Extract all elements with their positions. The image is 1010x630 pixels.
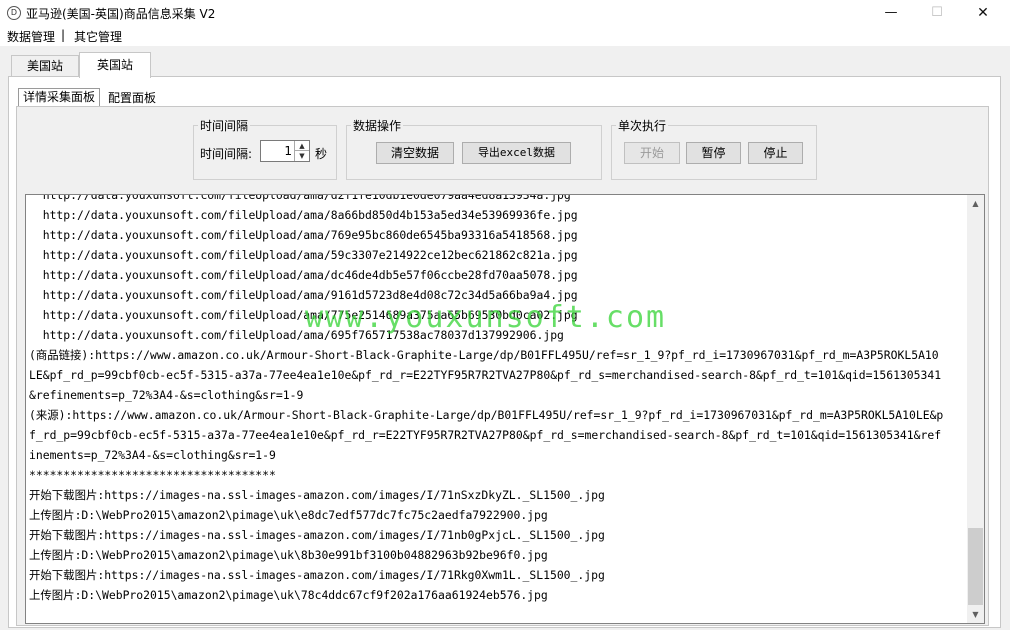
log-line: 开始下载图片:https://images-na.ssl-images-amaz… [29, 568, 605, 582]
menu-separator: | [61, 28, 66, 42]
menu-bar: 数据管理 | 其它管理 [0, 26, 1010, 46]
interval-unit: 秒 [315, 147, 328, 161]
log-line: 上传图片:D:\WebPro2015\amazon2\pimage\uk\78c… [29, 588, 548, 602]
scroll-thumb[interactable] [968, 528, 983, 605]
log-line: 上传图片:D:\WebPro2015\amazon2\pimage\uk\8b3… [29, 548, 548, 562]
scroll-down-icon[interactable]: ▼ [967, 606, 984, 623]
export-excel-button[interactable]: 导出excel数据 [462, 142, 571, 164]
single-exec-group: 单次执行 开始 暂停 停止 [611, 117, 817, 180]
interval-value: 1 [284, 144, 292, 158]
single-exec-group-title: 单次执行 [616, 117, 669, 134]
interval-group-title: 时间间隔 [198, 117, 251, 134]
maximize-button[interactable]: ☐ [914, 0, 960, 26]
log-line: http://data.youxunsoft.com/fileUpload/am… [29, 228, 578, 242]
log-line: http://data.youxunsoft.com/fileUpload/am… [29, 268, 578, 282]
log-line: (商品链接):https://www.amazon.co.uk/Armour-S… [29, 348, 939, 362]
clear-data-button[interactable]: 清空数据 [376, 142, 454, 164]
log-line: ************************************ [29, 468, 276, 482]
minimize-button[interactable]: — [868, 0, 914, 26]
close-button[interactable]: ✕ [960, 0, 1006, 26]
log-output[interactable]: http://data.youxunsoft.com/fileUpload/am… [25, 194, 985, 624]
menu-item-other-management[interactable]: 其它管理 [74, 28, 122, 45]
interval-label: 时间间隔: [200, 147, 253, 161]
pause-button[interactable]: 暂停 [686, 142, 741, 164]
tab-uk-site[interactable]: 英国站 [79, 52, 151, 78]
log-line: f_rd_p=99cbf0cb-ec5f-5315-a37a-77ee4ea1e… [29, 428, 942, 442]
tab-us-site[interactable]: 美国站 [11, 55, 79, 77]
start-button[interactable]: 开始 [624, 142, 680, 164]
log-lines: http://data.youxunsoft.com/fileUpload/am… [29, 194, 964, 605]
interval-stepper[interactable]: 1 ▲ ▼ [260, 140, 310, 162]
spin-down-icon[interactable]: ▼ [294, 151, 309, 161]
log-line: (来源):https://www.amazon.co.uk/Armour-Sho… [29, 408, 944, 422]
spin-up-icon[interactable]: ▲ [294, 141, 309, 151]
scroll-up-icon[interactable]: ▲ [967, 195, 984, 212]
tab-detail-collection-panel[interactable]: 详情采集面板 [18, 88, 100, 106]
log-line: LE&pf_rd_p=99cbf0cb-ec5f-5315-a37a-77ee4… [29, 368, 942, 382]
data-operation-group: 数据操作 清空数据 导出excel数据 [346, 117, 602, 180]
data-operation-group-title: 数据操作 [351, 117, 404, 134]
log-line: &refinements=p_72%3A4-&s=clothing&sr=1-9 [29, 388, 304, 402]
interval-group: 时间间隔 时间间隔: 1 ▲ ▼ 秒 [193, 117, 337, 180]
log-line: http://data.youxunsoft.com/fileUpload/am… [29, 208, 578, 222]
stop-button[interactable]: 停止 [748, 142, 803, 164]
log-line: http://data.youxunsoft.com/fileUpload/am… [29, 248, 578, 262]
log-line: 开始下载图片:https://images-na.ssl-images-amaz… [29, 488, 605, 502]
menu-item-data-management[interactable]: 数据管理 [7, 28, 55, 45]
log-line: inements=p_72%3A4-&s=clothing&sr=1-9 [29, 448, 276, 462]
log-line: 上传图片:D:\WebPro2015\amazon2\pimage\uk\e8d… [29, 508, 548, 522]
app-logo-icon: D [7, 6, 21, 20]
vertical-scrollbar[interactable]: ▲ ▼ [967, 195, 984, 623]
title-bar: D 亚马逊(美国-英国)商品信息采集 V2 — ☐ ✕ [0, 0, 1010, 26]
window-title: 亚马逊(美国-英国)商品信息采集 V2 [26, 7, 216, 21]
watermark: www.youxunsoft.com [305, 300, 667, 335]
log-line: http://data.youxunsoft.com/fileUpload/am… [29, 194, 571, 202]
log-line: 开始下载图片:https://images-na.ssl-images-amaz… [29, 528, 605, 542]
